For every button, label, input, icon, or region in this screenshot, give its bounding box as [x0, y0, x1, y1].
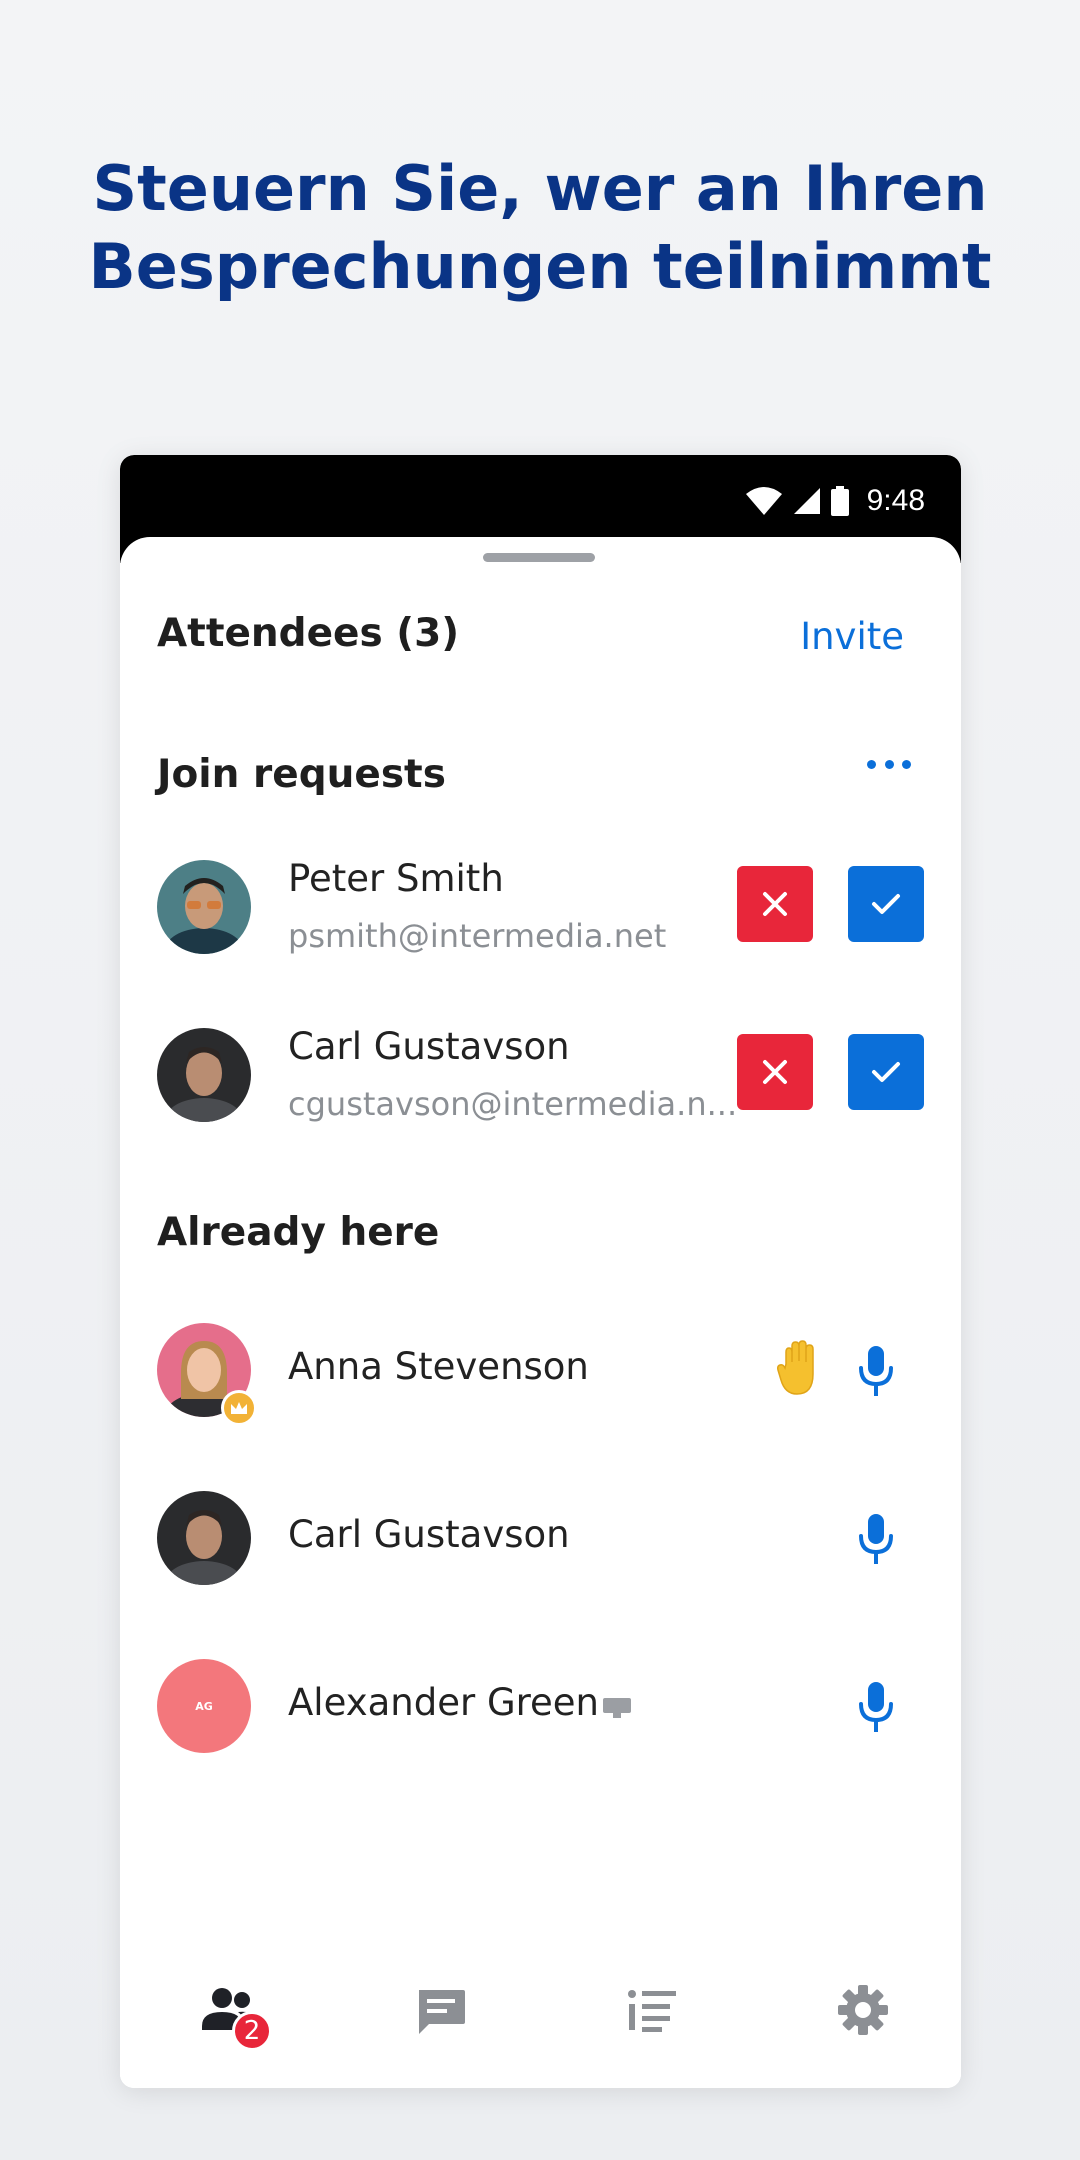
attendees-title: Attendees (3) [157, 611, 460, 656]
screen-share-icon [603, 1698, 631, 1718]
notification-badge: 2 [232, 2011, 272, 2051]
microphone-icon[interactable] [855, 1680, 897, 1734]
attendee-name: Alexander Green [288, 1681, 599, 1724]
already-here-title: Already here [157, 1210, 440, 1255]
close-icon [763, 1060, 787, 1084]
requester-email: psmith@intermedia.net [288, 917, 667, 955]
attendees-sheet: Attendees (3) Invite Join requests Peter… [120, 537, 961, 2088]
accept-button[interactable] [848, 866, 924, 942]
status-icons: 9:48 [745, 481, 925, 521]
battery-icon [830, 486, 849, 516]
requester-name: Peter Smith [288, 857, 504, 900]
more-options-icon[interactable] [867, 754, 911, 774]
raised-hand-icon[interactable] [777, 1340, 823, 1396]
decline-button[interactable] [737, 866, 813, 942]
requester-name: Carl Gustavson [288, 1025, 570, 1068]
chat-icon[interactable] [409, 1978, 473, 2042]
avatar [157, 1028, 251, 1122]
attendee-name: Carl Gustavson [288, 1513, 570, 1556]
close-icon [763, 892, 787, 916]
decline-button[interactable] [737, 1034, 813, 1110]
initials-avatar: AG [157, 1659, 251, 1753]
microphone-icon[interactable] [855, 1512, 897, 1566]
gear-icon[interactable] [831, 1978, 895, 2042]
join-requests-title: Join requests [157, 752, 446, 797]
requester-email: cgustavson@intermedia.n... [288, 1085, 738, 1123]
status-time: 9:48 [866, 484, 925, 517]
attendee-row: Anna Stevenson [120, 1320, 961, 1426]
microphone-icon[interactable] [855, 1344, 897, 1398]
join-request-row: Peter Smith psmith@intermedia.net [120, 857, 961, 957]
avatar [157, 860, 251, 954]
agenda-list-icon[interactable] [620, 1978, 684, 2042]
wifi-icon [745, 487, 782, 515]
promo-headline: Steuern Sie, wer an Ihren Besprechungen … [0, 150, 1080, 306]
attendee-name: Anna Stevenson [288, 1345, 589, 1388]
avatar [157, 1491, 251, 1585]
drag-handle[interactable] [483, 553, 595, 562]
cellular-signal-icon [793, 488, 820, 514]
promo-headline-line1: Steuern Sie, wer an Ihren [92, 152, 988, 225]
check-icon [872, 1062, 900, 1082]
check-icon [872, 894, 900, 914]
crown-icon [221, 1390, 257, 1426]
attendee-row: Carl Gustavson [120, 1488, 961, 1588]
invite-button[interactable]: Invite [800, 615, 904, 658]
accept-button[interactable] [848, 1034, 924, 1110]
phone-frame: 9:48 Attendees (3) Invite Join requests … [120, 455, 961, 2088]
bottom-navigation: 2 [120, 1948, 961, 2088]
join-request-row: Carl Gustavson cgustavson@intermedia.n..… [120, 1025, 961, 1125]
attendee-row: AG Alexander Green [120, 1656, 961, 1756]
promo-headline-line2: Besprechungen teilnimmt [88, 230, 992, 303]
